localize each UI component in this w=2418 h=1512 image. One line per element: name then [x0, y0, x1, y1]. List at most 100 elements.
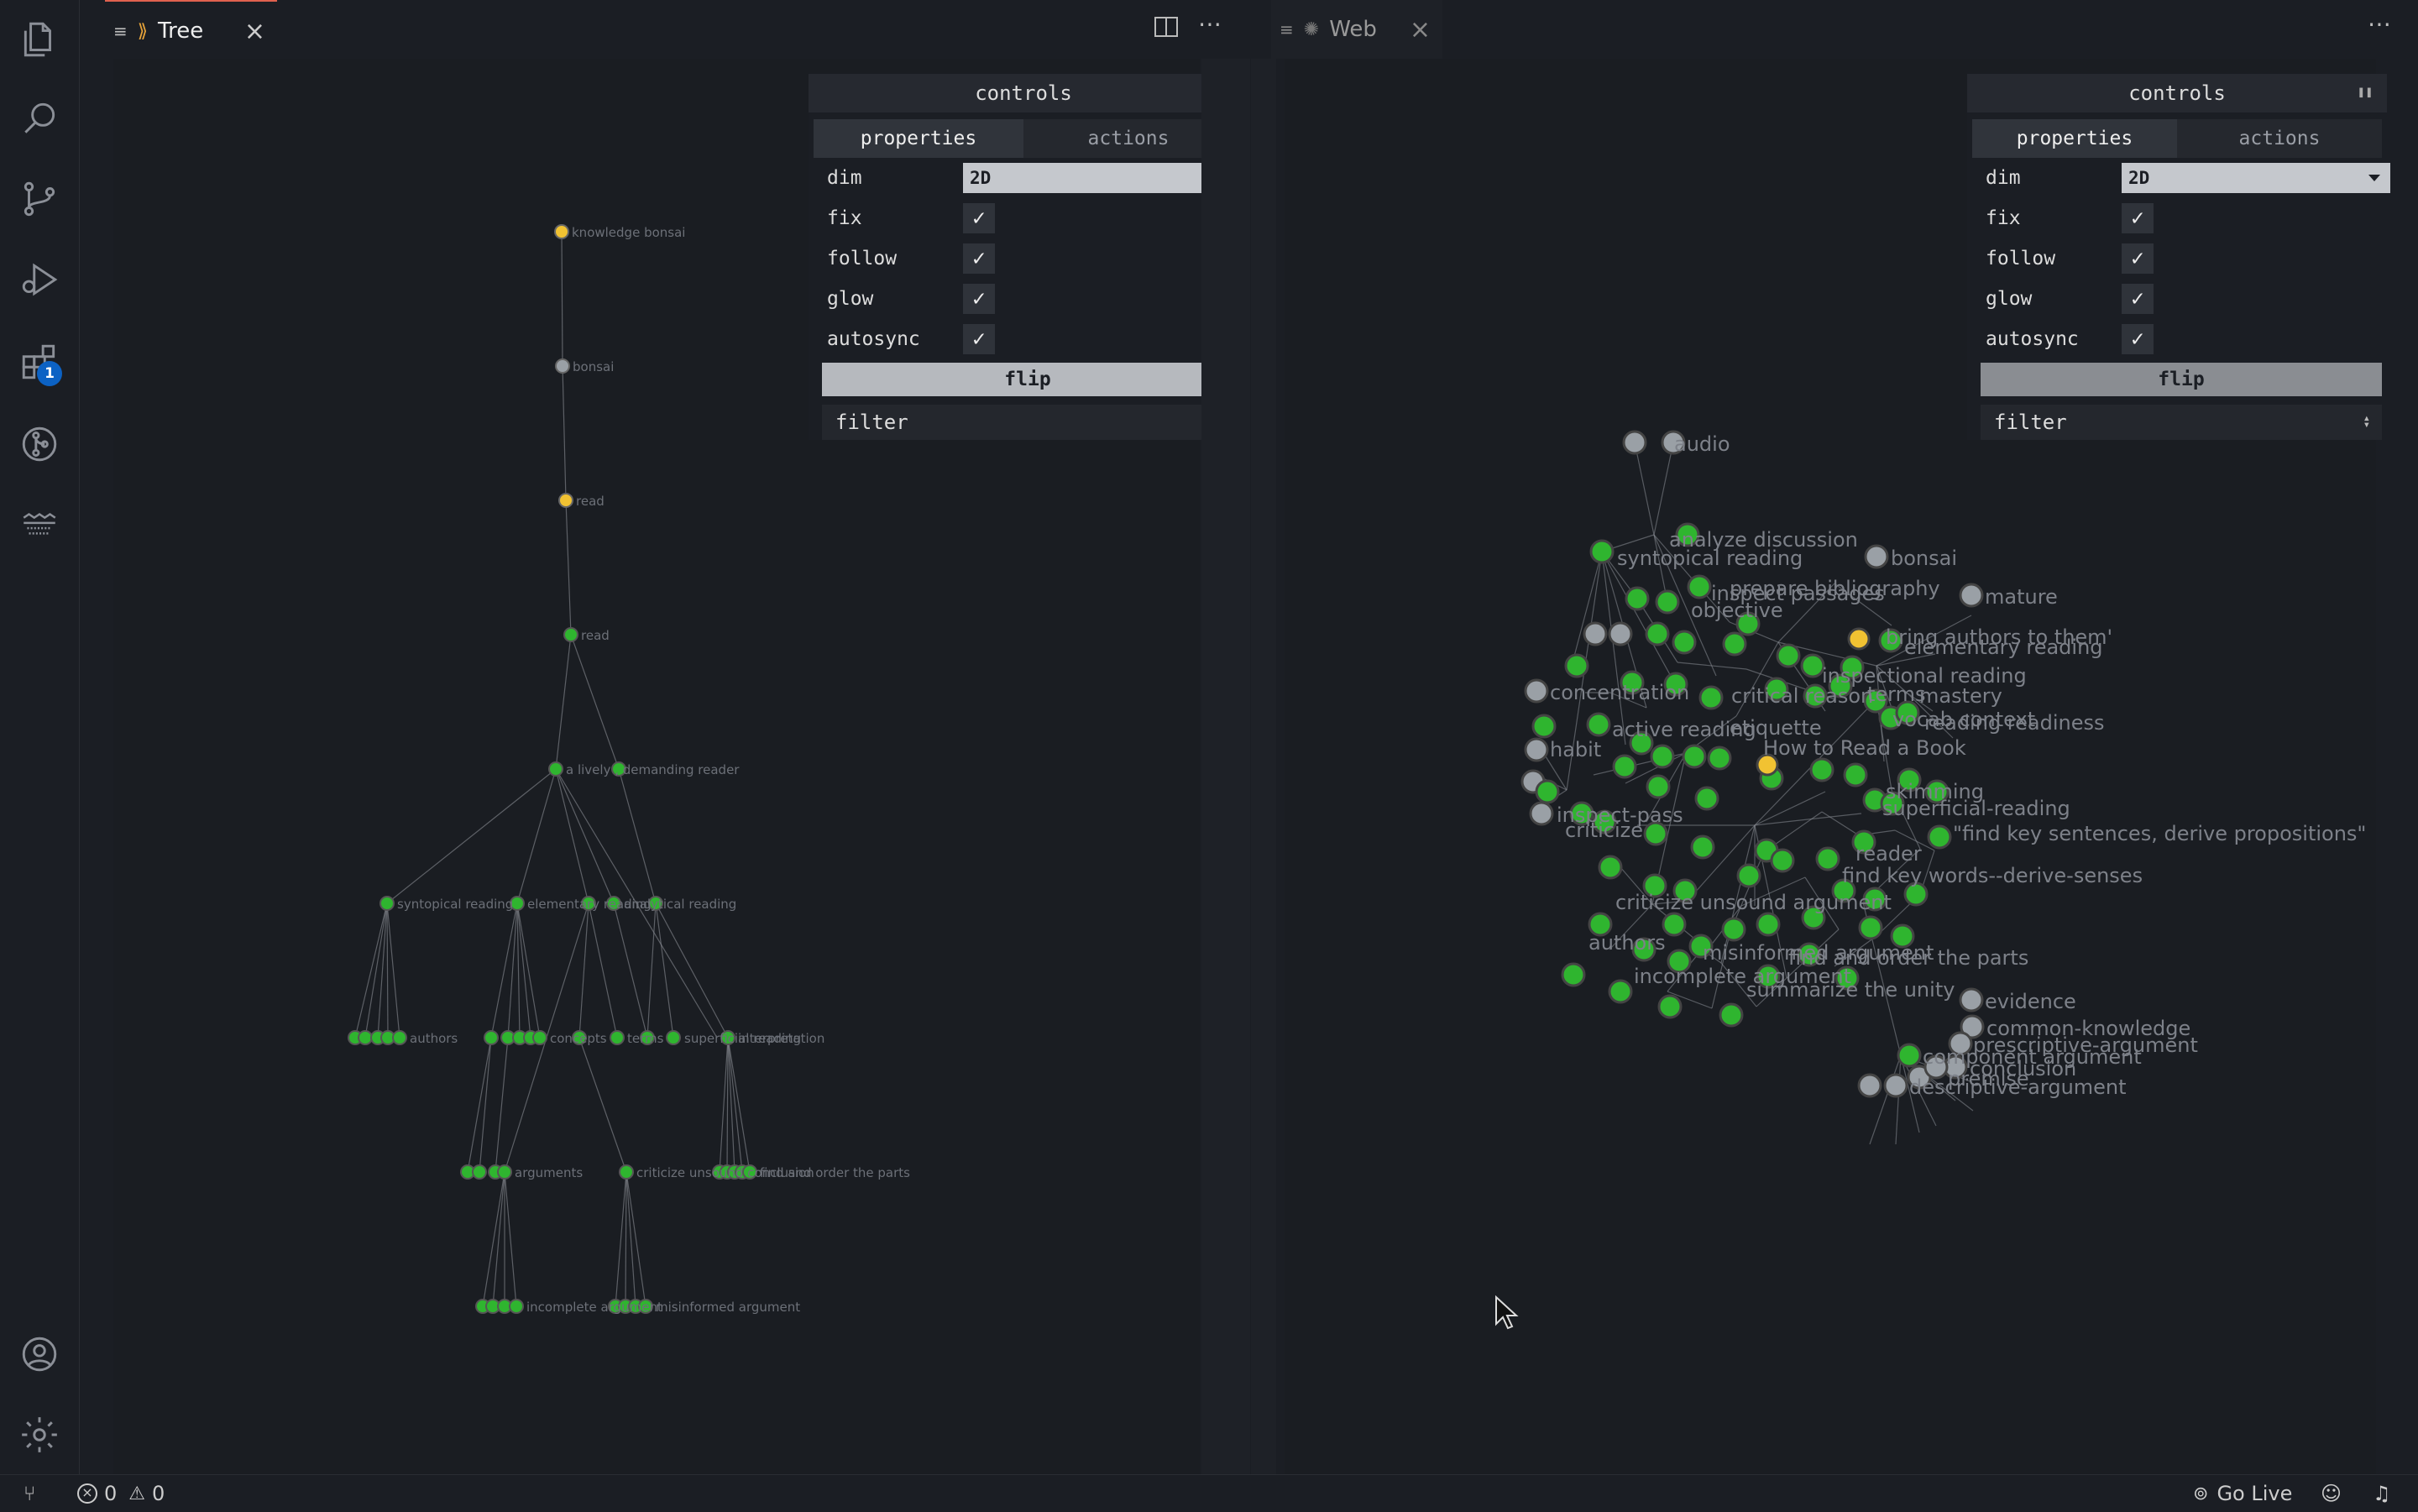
- autosync-checkbox[interactable]: ✓: [963, 324, 995, 354]
- pause-icon[interactable]: ❚❚: [2358, 86, 2374, 99]
- fix-checkbox[interactable]: ✓: [963, 203, 995, 233]
- web-graph-canvas[interactable]: audio analyze discussion syntopical read…: [1285, 59, 2390, 1474]
- close-icon[interactable]: ×: [244, 17, 265, 46]
- web-label-audio: audio: [1674, 432, 1730, 456]
- fix-row: fix ✓: [809, 198, 1238, 238]
- tree-label-root: knowledge bonsai: [572, 225, 685, 240]
- checkmark-icon: ✓: [972, 286, 986, 311]
- filter-folder[interactable]: filter ▴▾: [1981, 405, 2382, 440]
- tree-node-read[interactable]: [558, 493, 573, 508]
- follow-checkbox[interactable]: ✓: [2122, 243, 2154, 274]
- tree-label-concepts: concepts: [550, 1031, 607, 1046]
- web-label-superficial: superficial-reading: [1882, 797, 2070, 820]
- tree-scrollbar[interactable]: [1201, 59, 1250, 1474]
- autosync-label: autosync: [1986, 328, 2079, 350]
- tree-label-order: find and order the parts: [760, 1165, 910, 1180]
- close-icon[interactable]: ×: [1410, 15, 1431, 44]
- warning-count: 0: [152, 1482, 165, 1505]
- tree-node[interactable]: [379, 896, 395, 911]
- tree-label-terms: terms: [627, 1031, 664, 1046]
- files-icon[interactable]: [18, 18, 60, 60]
- checkmark-icon: ✓: [972, 246, 986, 271]
- tree-node-bonsai[interactable]: [555, 358, 570, 374]
- glow-checkbox[interactable]: ✓: [2122, 284, 2154, 314]
- glow-checkbox[interactable]: ✓: [963, 284, 995, 314]
- web-label-criticize: criticize: [1565, 819, 1643, 842]
- error-count: 0: [104, 1482, 118, 1505]
- filter-folder[interactable]: filter ▴▾: [822, 405, 1233, 440]
- web-label-descriptive: descriptive-argument: [1909, 1075, 2127, 1099]
- bell-icon[interactable]: ♫: [2373, 1475, 2391, 1512]
- feedback-icon[interactable]: ☺: [2321, 1475, 2342, 1512]
- glow-label: glow: [1986, 288, 2033, 310]
- follow-label: follow: [827, 248, 898, 269]
- web-label-critical: critical reason: [1731, 684, 1873, 708]
- menu-icon: ≡: [1280, 19, 1294, 39]
- web-label-terms: terms: [1867, 683, 1926, 706]
- controls-title[interactable]: controls ❚❚: [1967, 74, 2387, 112]
- tab-web[interactable]: ≡ ✺ Web ×: [1271, 0, 1442, 59]
- tree-tab-bar: ≡ ⟫ Tree × ⋯: [80, 0, 1250, 60]
- search-icon[interactable]: [18, 97, 60, 139]
- account-icon[interactable]: [18, 1333, 60, 1375]
- glow-row: glow ✓: [809, 279, 1238, 319]
- follow-label: follow: [1986, 248, 2056, 269]
- checkmark-icon: ✓: [972, 327, 986, 352]
- tree-label-read: read: [576, 494, 604, 509]
- chevron-down-icon: [2368, 175, 2380, 181]
- settings-gear-icon[interactable]: [18, 1414, 60, 1456]
- tab-actions[interactable]: actions: [2177, 119, 2382, 158]
- run-debug-icon[interactable]: [18, 259, 60, 301]
- tree-label-incomplete: incomplete argument: [526, 1300, 662, 1315]
- tree-label-arguments: arguments: [515, 1165, 583, 1180]
- checkmark-icon: ✓: [2131, 327, 2144, 352]
- fix-label: fix: [1986, 207, 2021, 229]
- dim-row: dim 2D: [1967, 158, 2390, 198]
- glow-label: glow: [827, 288, 874, 310]
- web-label-bonsai: bonsai: [1891, 547, 1957, 570]
- web-label-authors: authors: [1588, 931, 1666, 955]
- follow-row: follow ✓: [1967, 238, 2387, 279]
- tab-properties[interactable]: properties: [814, 119, 1023, 158]
- timeline-icon[interactable]: [18, 504, 60, 546]
- more-actions-icon[interactable]: ⋯: [2368, 10, 2391, 38]
- checkmark-icon: ✓: [972, 206, 986, 231]
- tree-node[interactable]: [548, 761, 563, 777]
- problems-indicator[interactable]: × 0 ⚠ 0: [77, 1475, 165, 1512]
- controls-tabs: properties actions: [1972, 119, 2382, 158]
- autosync-checkbox[interactable]: ✓: [2122, 324, 2154, 354]
- git-graph-icon[interactable]: [18, 423, 60, 465]
- tree-node-read-2[interactable]: [563, 627, 578, 642]
- dim-select[interactable]: 2D: [2122, 163, 2390, 193]
- fix-checkbox[interactable]: ✓: [2122, 203, 2154, 233]
- go-live-button[interactable]: ⊚ Go Live: [2193, 1475, 2292, 1512]
- tab-properties[interactable]: properties: [1972, 119, 2177, 158]
- mouse-cursor-icon: [1495, 1295, 1519, 1330]
- more-actions-icon[interactable]: ⋯: [1198, 10, 1222, 38]
- web-scrollbar[interactable]: [1251, 59, 1276, 1474]
- status-bar: ⑂ × 0 ⚠ 0 ⊚ Go Live ☺ ♫: [0, 1474, 2418, 1512]
- flip-button[interactable]: flip: [1981, 363, 2382, 396]
- controls-title-text: controls: [2128, 81, 2226, 105]
- tree-graph-canvas[interactable]: knowledge bonsai bonsai read read a live…: [113, 59, 1238, 1474]
- tab-tree[interactable]: ≡ ⟫ Tree ×: [105, 0, 277, 60]
- autosync-row: autosync ✓: [809, 319, 1238, 359]
- checkmark-icon: ✓: [2131, 206, 2144, 231]
- tree-label-reader: a lively , demanding reader: [566, 762, 740, 777]
- tree-node-root[interactable]: [554, 224, 569, 239]
- follow-checkbox[interactable]: ✓: [963, 243, 995, 274]
- activity-bar: 1: [0, 0, 80, 1474]
- tree-label-misinformed: misinformed argument: [656, 1300, 800, 1315]
- remote-indicator-icon[interactable]: ⑂: [24, 1475, 35, 1512]
- tree-label-analytical: analytical reading: [624, 897, 736, 912]
- web-controls: controls ❚❚ properties actions dim 2D fi…: [1967, 74, 2390, 440]
- autosync-label: autosync: [827, 328, 920, 350]
- controls-title[interactable]: controls ❚❚: [809, 74, 1238, 112]
- tree-editor-pane: ≡ ⟫ Tree × ⋯ knowledge bonsai bonsai rea…: [80, 0, 1250, 1474]
- split-editor-icon[interactable]: [1154, 17, 1178, 37]
- flip-button[interactable]: flip: [822, 363, 1233, 396]
- web-label-concentration: concentration: [1550, 681, 1689, 704]
- dim-select[interactable]: 2D: [963, 163, 1232, 193]
- source-control-icon[interactable]: [18, 178, 60, 220]
- web-file-icon: ✺: [1303, 18, 1320, 40]
